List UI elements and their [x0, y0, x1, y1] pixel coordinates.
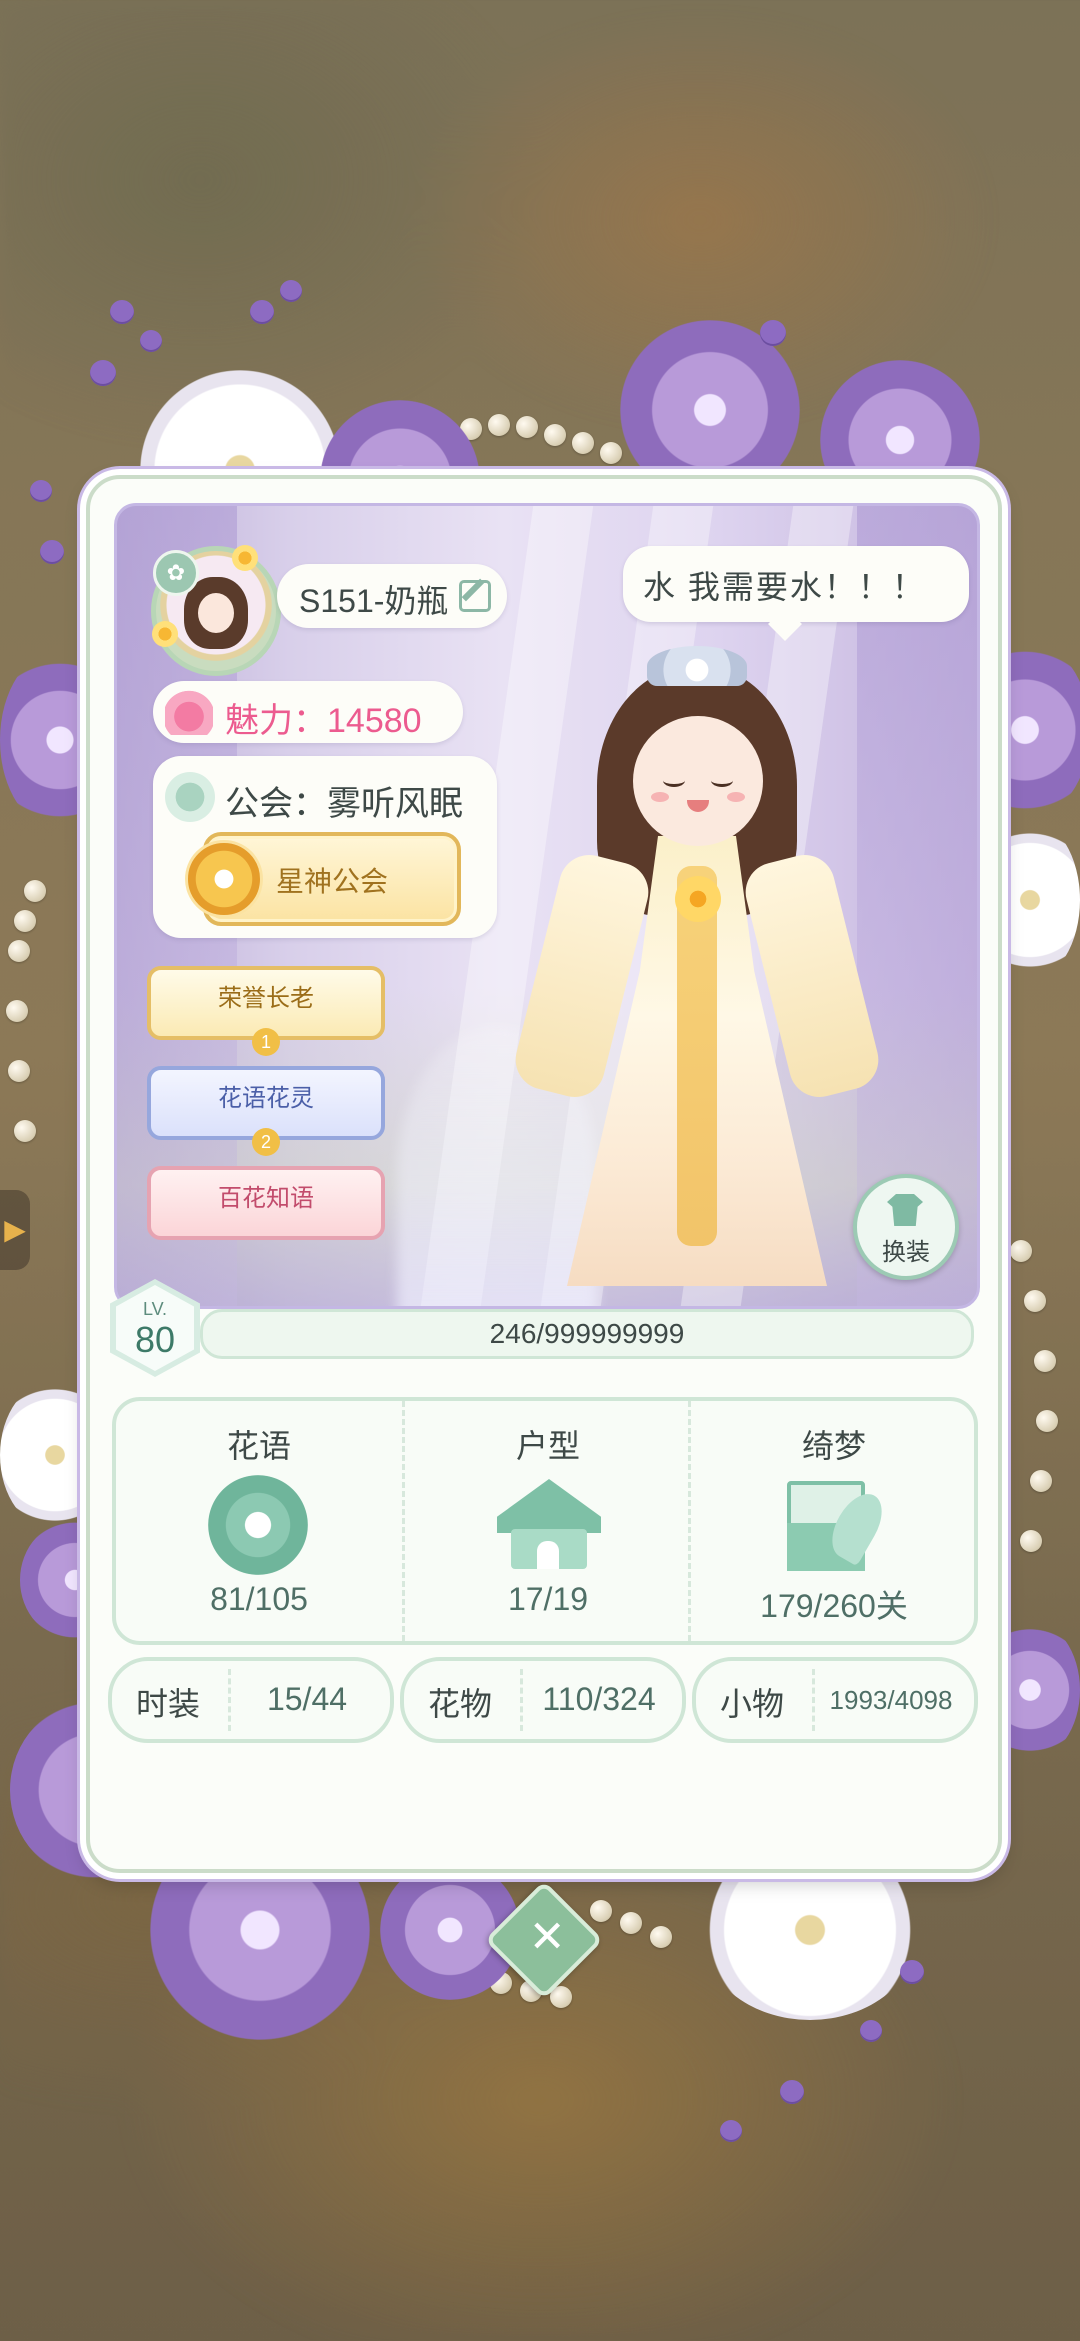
charm-value: 魅力：14580 — [225, 702, 422, 740]
profile-card: ✿ S151-奶瓶 魅力：14580 公会：雾听风眠 星神公会 荣誉长老 1 花… — [86, 475, 1002, 1873]
player-name: S151-奶瓶 — [299, 583, 449, 619]
collection-value: 15/44 — [266, 1681, 348, 1717]
speech-bubble: 水 我需要水！！！ — [623, 546, 969, 622]
stat-title: 绮梦 — [801, 1428, 866, 1464]
experience-text: 246/999999999 — [489, 1318, 685, 1349]
change-outfit-label: 换装 — [882, 1239, 930, 1266]
house-icon — [497, 1479, 601, 1575]
title-badge-flower-spirit[interactable]: 花语花灵 2 — [147, 1066, 385, 1156]
change-outfit-button[interactable]: 换装 — [853, 1174, 959, 1280]
title-badge-rank: 1 — [252, 1028, 280, 1056]
level-label: LV. — [142, 1299, 168, 1319]
title-badge-label: 百花知语 — [218, 1185, 314, 1212]
side-expand-arrow[interactable]: ▶ — [0, 1190, 30, 1270]
collection-value: 1993/4098 — [829, 1685, 953, 1715]
title-badge-hundred-flowers[interactable]: 百花知语 — [147, 1166, 385, 1240]
guild-box: 公会：雾听风眠 星神公会 — [153, 756, 497, 938]
stats-panel: 花语 81/105 户型 17/19 绮梦 179/260关 — [112, 1397, 978, 1645]
flower-icon — [208, 1475, 308, 1575]
title-badge-honor-elder[interactable]: 荣誉长老 1 — [147, 966, 385, 1056]
speech-text: 水 我需要水！！！ — [643, 569, 926, 605]
title-badge-label: 花语花灵 — [218, 1085, 314, 1112]
stat-title: 花语 — [226, 1428, 291, 1464]
shirt-icon — [887, 1194, 923, 1226]
player-name-pill: S151-奶瓶 — [277, 564, 507, 628]
guild-name: 公会：雾听风眠 — [225, 785, 463, 823]
level-value: 80 — [134, 1319, 176, 1360]
guild-emblem-icon — [165, 772, 215, 822]
stat-flower-language[interactable]: 花语 81/105 — [116, 1401, 402, 1641]
stat-title: 户型 — [515, 1428, 580, 1464]
close-icon: ✕ — [528, 1912, 566, 1962]
collection-flower-items[interactable]: 花物 110/324 — [400, 1657, 686, 1743]
stat-value: 179/260关 — [760, 1588, 908, 1624]
stat-dream[interactable]: 绮梦 179/260关 — [688, 1401, 977, 1641]
stat-house-type[interactable]: 户型 17/19 — [402, 1401, 691, 1641]
experience-bar: 246/999999999 — [200, 1309, 974, 1359]
collection-small-items[interactable]: 小物 1993/4098 — [692, 1657, 978, 1743]
character-portrait — [509, 636, 885, 1296]
collection-value: 110/324 — [542, 1681, 656, 1717]
stat-value: 17/19 — [507, 1581, 589, 1617]
collection-label: 时装 — [136, 1686, 201, 1722]
guild-plaque-label: 星神公会 — [275, 866, 388, 897]
edit-name-icon[interactable] — [459, 580, 491, 612]
character-scene: ✿ S151-奶瓶 魅力：14580 公会：雾听风眠 星神公会 荣誉长老 1 花… — [114, 503, 980, 1309]
settings-gear-icon[interactable]: ✿ — [153, 550, 199, 596]
title-badge-label: 荣誉长老 — [218, 985, 314, 1012]
guild-plaque[interactable]: 星神公会 — [185, 832, 461, 926]
lotus-charm-icon — [165, 689, 213, 735]
collection-label: 花物 — [428, 1686, 493, 1722]
charm-pill: 魅力：14580 — [153, 681, 463, 743]
stat-value: 81/105 — [210, 1581, 308, 1617]
title-badge-rank: 2 — [252, 1128, 280, 1156]
collection-outfits[interactable]: 时装 15/44 — [108, 1657, 394, 1743]
letter-feather-icon — [787, 1481, 892, 1573]
collection-label: 小物 — [720, 1686, 785, 1722]
